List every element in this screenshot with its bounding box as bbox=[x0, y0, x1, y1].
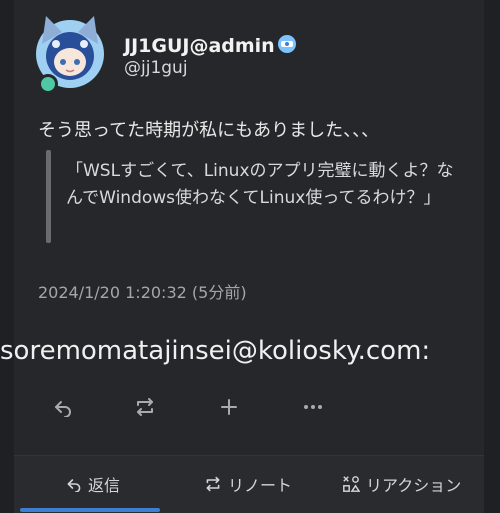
renote-button[interactable]: リノート bbox=[204, 472, 292, 496]
plus-icon[interactable] bbox=[214, 392, 244, 422]
more-icon[interactable] bbox=[298, 392, 328, 422]
reaction-button-label: リアクション bbox=[366, 476, 462, 495]
reply-icon bbox=[67, 479, 81, 492]
bottom-accent-bar bbox=[20, 508, 160, 512]
renote-icon bbox=[206, 476, 220, 492]
post-timestamp[interactable]: 2024/1/20 1:20:32 (5分前) bbox=[38, 279, 247, 303]
renote-button-label: リノート bbox=[228, 476, 293, 495]
action-footer: 返信 リノート リアクション bbox=[14, 455, 484, 513]
user-handle[interactable]: @jj1guj bbox=[124, 58, 188, 78]
reply-icon[interactable] bbox=[48, 392, 78, 422]
post-body: そう思ってた時期が私にもありました、、、 bbox=[38, 120, 380, 141]
quote-text: 「WSLすごくて、Linuxのアプリ完璧に動くよ？なんでWindows使わなくて… bbox=[66, 161, 454, 208]
avatar[interactable] bbox=[34, 10, 106, 94]
instance-badge-icon bbox=[277, 35, 296, 53]
reaction-button[interactable]: リアクション bbox=[342, 472, 461, 496]
quote-bar bbox=[46, 150, 51, 243]
reaction-icon bbox=[343, 476, 360, 492]
email-text: soremomatajinsei@koliosky.com: bbox=[0, 336, 431, 366]
reply-button-label: 返信 bbox=[88, 476, 121, 495]
reply-button[interactable]: 返信 bbox=[66, 472, 120, 496]
renote-icon[interactable] bbox=[130, 392, 160, 422]
display-name-text: JJ1GUJ@admin bbox=[124, 35, 275, 57]
display-name[interactable]: JJ1GUJ@admin bbox=[124, 34, 297, 57]
action-row bbox=[0, 392, 500, 424]
online-indicator bbox=[38, 74, 58, 94]
